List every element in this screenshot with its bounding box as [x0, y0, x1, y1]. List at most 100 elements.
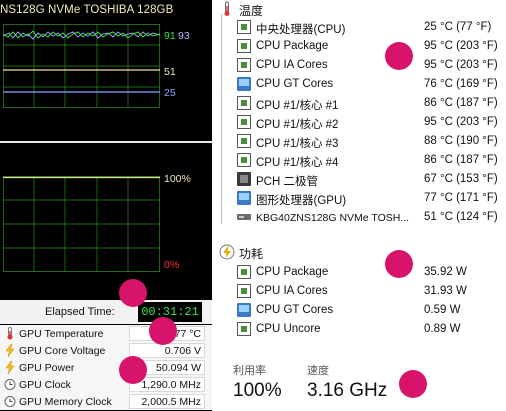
annotation-marker: [119, 279, 147, 307]
cpu-chip-icon: [237, 96, 251, 110]
sensor-name: CPU IA Cores: [256, 59, 328, 71]
sensor-value: 95 °C (203 °F): [424, 59, 498, 71]
sensor-value: 88 °C (190 °F): [424, 135, 498, 147]
gpu-icon: [237, 77, 251, 91]
sensor-value: 50.094 W: [156, 362, 201, 374]
sensor-row-gpu-memory-clock: GPU Memory Clock 2,000.5 MHz: [0, 393, 212, 410]
bolt-icon: [5, 361, 15, 374]
elapsed-time-label: Elapsed Time:: [45, 306, 115, 318]
sensor-name: CPU #1/核心 #1: [256, 100, 339, 112]
graph1-label-4: 25: [164, 87, 176, 99]
sensor-value-box: 2,000.5 MHz: [129, 394, 205, 409]
sensor-name: GPU Memory Clock: [19, 396, 112, 408]
sensor-name: CPU Package: [256, 266, 329, 278]
sensor-row-gpu-clock: GPU Clock 1,290.0 MHz: [0, 376, 212, 393]
thermometer-icon: [224, 1, 230, 16]
temp-row-core-1[interactable]: CPU #1/核心 #1 86 °C (187 °F): [237, 94, 502, 113]
sensor-value: 86 °C (187 °F): [424, 97, 498, 109]
utilization-label: 利用率: [233, 365, 266, 377]
sensor-graph-1: [3, 24, 160, 108]
sensor-value: 77 °C: [174, 328, 201, 340]
power-row-cpu-gt-cores[interactable]: CPU GT Cores 0.59 W: [237, 301, 502, 320]
clock-icon: [4, 379, 16, 390]
graph1-label-1: 91: [164, 30, 176, 42]
temp-row-ssd[interactable]: KBG40ZNS128G NVMe TOSH... 51 °C (124 °F): [237, 208, 502, 227]
tree-guide-line: [221, 14, 222, 224]
temp-row-core-2[interactable]: CPU #1/核心 #2 95 °C (203 °F): [237, 113, 502, 132]
sensor-row-gpu-power: GPU Power 50.094 W: [0, 359, 212, 376]
sensor-graph-2: [3, 176, 160, 272]
power-row-cpu-package[interactable]: CPU Package 35.92 W: [237, 263, 502, 282]
sensor-name: CPU GT Cores: [256, 78, 334, 90]
cpu-chip-icon: [237, 58, 251, 72]
cpu-chip-icon: [237, 115, 251, 129]
cpu-chip-icon: [237, 153, 251, 167]
sensor-name: GPU Core Voltage: [19, 345, 106, 357]
sensor-name: PCH 二极管: [256, 176, 318, 188]
sensor-name: KBG40ZNS128G NVMe TOSH...: [256, 212, 410, 224]
category-power-label: 功耗: [239, 247, 264, 261]
sensor-value: 31.93 W: [424, 285, 467, 297]
sensor-value: 95 °C (203 °F): [424, 40, 498, 52]
temp-row-pch[interactable]: PCH 二极管 67 °C (153 °F): [237, 170, 502, 189]
sensor-value: 67 °C (153 °F): [424, 173, 498, 185]
sensor-value: 51 °C (124 °F): [424, 211, 498, 223]
bolt-icon: [5, 344, 15, 357]
sensor-value-box: 0.706 V: [129, 343, 205, 358]
separator: [0, 141, 212, 143]
speed-label: 速度: [307, 365, 329, 377]
gpu-sensor-list: GPU Temperature 77 °C GPU Core Voltage 0…: [0, 325, 212, 410]
annotation-marker: [399, 370, 427, 398]
sensor-name: CPU #1/核心 #2: [256, 119, 339, 131]
ssd-icon: [237, 210, 251, 224]
sensor-value: 95 °C (203 °F): [424, 116, 498, 128]
sensor-name: GPU Clock: [19, 379, 71, 391]
sensor-name: CPU #1/核心 #4: [256, 157, 339, 169]
category-temperature-label: 温度: [239, 4, 264, 18]
gpu-icon: [237, 303, 251, 317]
sensor-graph-1-plot: [3, 24, 160, 108]
sensor-name: CPU #1/核心 #3: [256, 138, 339, 150]
gpu-monitor-panel: NS128G NVMe TOSHIBA 128GB 91 93 51 25 10…: [0, 0, 212, 411]
sensor-name: CPU Uncore: [256, 323, 321, 335]
sensor-value: 1,290.0 MHz: [141, 379, 201, 391]
sensor-name: GPU Temperature: [19, 328, 104, 340]
sensor-name: GPU Power: [19, 362, 75, 374]
sensor-name: CPU GT Cores: [256, 304, 334, 316]
utilization-value: 100%: [233, 380, 282, 401]
sensor-value: 35.92 W: [424, 266, 467, 278]
sensor-value: 0.89 W: [424, 323, 461, 335]
sensor-name: 图形处理器(GPU): [256, 195, 347, 207]
power-row-cpu-uncore[interactable]: CPU Uncore 0.89 W: [237, 320, 502, 339]
drive-title: NS128G NVMe TOSHIBA 128GB: [0, 4, 174, 16]
graph2-bottom-label: 0%: [164, 259, 180, 271]
sensor-value: 2,000.5 MHz: [141, 396, 201, 408]
temp-row-core-3[interactable]: CPU #1/核心 #3 88 °C (190 °F): [237, 132, 502, 151]
sensor-row-gpu-temperature: GPU Temperature 77 °C: [0, 325, 212, 342]
speed-value: 3.16 GHz: [307, 380, 388, 401]
gpu-icon: [237, 191, 251, 205]
sensor-name: CPU IA Cores: [256, 285, 328, 297]
temp-row-cpu-package[interactable]: CPU Package 95 °C (203 °F): [237, 37, 502, 56]
sensor-value: 86 °C (187 °F): [424, 154, 498, 166]
cpu-chip-icon: [237, 134, 251, 148]
temp-row-core-4[interactable]: CPU #1/核心 #4 86 °C (187 °F): [237, 151, 502, 170]
sensor-value: 0.59 W: [424, 304, 461, 316]
cpu-chip-icon: [237, 20, 251, 34]
cpu-chip-icon: [237, 284, 251, 298]
power-row-cpu-ia-cores[interactable]: CPU IA Cores 31.93 W: [237, 282, 502, 301]
cpu-chip-icon: [237, 265, 251, 279]
pch-chip-icon: [237, 172, 251, 186]
annotation-marker: [119, 356, 147, 384]
annotation-marker: [385, 42, 413, 70]
hardware-sensor-tree: 温度 中央处理器(CPU) 25 °C (77 °F) CPU Package …: [213, 0, 506, 411]
graph1-label-3: 51: [164, 66, 176, 78]
temp-row-cpu[interactable]: 中央处理器(CPU) 25 °C (77 °F): [237, 18, 502, 37]
temp-row-cpu-gt-cores[interactable]: CPU GT Cores 76 °C (169 °F): [237, 75, 502, 94]
sensor-row-gpu-core-voltage: GPU Core Voltage 0.706 V: [0, 342, 212, 359]
temp-row-cpu-ia-cores[interactable]: CPU IA Cores 95 °C (203 °F): [237, 56, 502, 75]
cpu-chip-icon: [237, 322, 251, 336]
annotation-marker: [385, 250, 413, 278]
temp-row-gpu[interactable]: 图形处理器(GPU) 77 °C (171 °F): [237, 189, 502, 208]
sensor-graph-2-plot: [3, 176, 160, 272]
